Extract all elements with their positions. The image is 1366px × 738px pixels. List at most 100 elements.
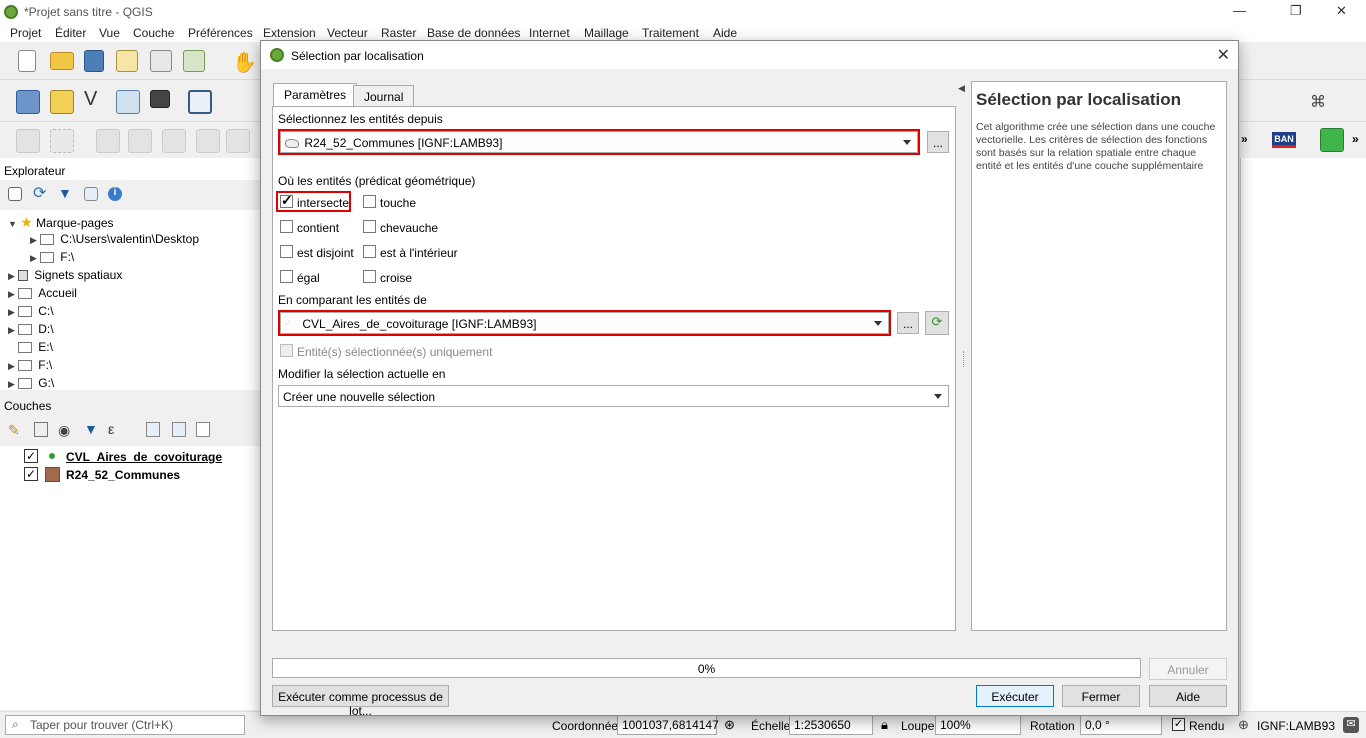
- rotation-field[interactable]: 0,0 °: [1080, 715, 1162, 735]
- predicate-within-checkbox[interactable]: [363, 245, 376, 258]
- lock-icon[interactable]: 🔒︎: [881, 717, 888, 733]
- data-source-manager-icon[interactable]: [16, 90, 40, 114]
- tree-item[interactable]: ▶ Accueil: [8, 286, 77, 300]
- layer-name-cvl[interactable]: CVL_Aires_de_covoiturage: [66, 450, 222, 464]
- tab-journal[interactable]: Journal: [353, 85, 415, 107]
- add-selected-layers-icon[interactable]: [8, 187, 22, 201]
- predicate-disjoint-checkbox[interactable]: [280, 245, 293, 258]
- add-group-icon[interactable]: [34, 422, 48, 437]
- dialog-close-button[interactable]: ✕: [1217, 45, 1230, 65]
- gamepad-icon[interactable]: ⌘: [1310, 92, 1326, 112]
- scale-field[interactable]: 1:2530650: [789, 715, 873, 735]
- collapse-all-layers-icon[interactable]: [172, 422, 186, 437]
- select-from-combo[interactable]: R24_52_Communes [IGNF:LAMB93]: [278, 129, 920, 155]
- ban-plugin-icon[interactable]: BAN: [1272, 132, 1296, 148]
- pan-hand-icon[interactable]: ✋: [232, 50, 257, 75]
- collapse-all-icon[interactable]: [84, 187, 98, 201]
- predicate-intersecte-checkbox[interactable]: [280, 192, 293, 209]
- search-plugin-icon[interactable]: [1320, 128, 1344, 152]
- tree-item[interactable]: ▶ C:\Users\valentin\Desktop: [30, 232, 199, 246]
- messages-icon[interactable]: ✉: [1343, 717, 1359, 733]
- close-button[interactable]: Fermer: [1062, 685, 1140, 707]
- save-project-icon[interactable]: [84, 50, 104, 72]
- predicate-chevauche-checkbox[interactable]: [363, 220, 376, 233]
- predicate-touche-checkbox[interactable]: [363, 195, 376, 208]
- menu-vecteur[interactable]: Vecteur: [327, 26, 368, 40]
- cancel-button[interactable]: Annuler: [1149, 658, 1227, 680]
- print-layout-icon[interactable]: [150, 50, 172, 72]
- close-window-button[interactable]: ✕: [1336, 3, 1347, 19]
- menu-vue[interactable]: Vue: [99, 26, 120, 40]
- menu-aide[interactable]: Aide: [713, 26, 737, 40]
- collapse-help-icon[interactable]: ◀: [958, 83, 965, 94]
- splitter-handle[interactable]: [963, 351, 965, 367]
- new-shapefile-icon[interactable]: [116, 90, 140, 114]
- tree-item[interactable]: ▼ ★ Marque-pages: [8, 214, 114, 231]
- zoom-field[interactable]: 100%: [935, 715, 1021, 735]
- help-button[interactable]: Aide: [1149, 685, 1227, 707]
- new-geopackage-icon[interactable]: [50, 90, 74, 114]
- iterate-icon[interactable]: ⟳: [925, 311, 949, 335]
- info-icon[interactable]: i: [108, 187, 122, 201]
- filter-icon[interactable]: ▼: [58, 185, 72, 201]
- virtual-layer-icon[interactable]: [188, 90, 212, 114]
- menu-traitement[interactable]: Traitement: [642, 26, 699, 40]
- coordinate-field[interactable]: 1001037,6814147: [617, 715, 719, 735]
- toggle-extents-icon[interactable]: ⊛: [724, 717, 735, 733]
- toolbar-overflow-icon[interactable]: »: [1241, 132, 1248, 146]
- open-project-icon[interactable]: [50, 52, 74, 70]
- layer-visibility-checkbox[interactable]: ✓: [24, 467, 38, 481]
- tree-item[interactable]: ▶ F:\: [30, 250, 74, 264]
- new-project-icon[interactable]: [18, 50, 36, 72]
- predicate-croise-checkbox[interactable]: [363, 270, 376, 283]
- compare-combo[interactable]: ·˙ CVL_Aires_de_covoiturage [IGNF:LAMB93…: [278, 310, 891, 336]
- globe-icon[interactable]: ⊕: [1238, 717, 1249, 733]
- gps-icon[interactable]: [150, 90, 170, 108]
- select-from-browse-button[interactable]: ...: [927, 131, 949, 153]
- tree-item[interactable]: ▶ G:\: [8, 376, 54, 390]
- menu-base-de-donnees[interactable]: Base de données: [427, 26, 520, 40]
- remove-layer-icon[interactable]: [196, 422, 210, 437]
- run-button[interactable]: Exécuter: [976, 685, 1054, 707]
- add-point-icon[interactable]: [50, 129, 74, 153]
- restore-button[interactable]: ❐: [1290, 3, 1302, 19]
- tree-item[interactable]: ▶ Signets spatiaux: [8, 268, 122, 282]
- menu-projet[interactable]: Projet: [10, 26, 41, 40]
- modify-selection-combo[interactable]: Créer une nouvelle sélection: [278, 385, 949, 407]
- compare-browse-button[interactable]: ...: [897, 312, 919, 334]
- selected-only-checkbox[interactable]: [280, 344, 293, 357]
- refresh-icon[interactable]: ⟳: [33, 183, 46, 203]
- menu-raster[interactable]: Raster: [381, 26, 416, 40]
- tree-item[interactable]: ▶ F:\: [8, 358, 52, 372]
- add-line-icon[interactable]: [96, 129, 120, 153]
- layer-name-communes[interactable]: R24_52_Communes: [66, 468, 180, 482]
- style-panel-icon[interactable]: ✎: [8, 422, 20, 439]
- save-as-icon[interactable]: [116, 50, 138, 72]
- predicate-contient-checkbox[interactable]: [280, 220, 293, 233]
- crs-label[interactable]: IGNF:LAMB93: [1257, 719, 1335, 733]
- add-polygon-icon[interactable]: [128, 129, 152, 153]
- layer-visibility-checkbox[interactable]: ✓: [24, 449, 38, 463]
- vertex-tool-icon[interactable]: [162, 129, 186, 153]
- menu-internet[interactable]: Internet: [529, 26, 570, 40]
- expression-filter-icon[interactable]: ε: [108, 421, 114, 437]
- menu-extension[interactable]: Extension: [263, 26, 316, 40]
- minimize-button[interactable]: —: [1233, 3, 1246, 18]
- menu-editer[interactable]: Éditer: [55, 26, 86, 40]
- locator-search-input[interactable]: ⌕ Taper pour trouver (Ctrl+K): [5, 715, 245, 735]
- tab-parametres[interactable]: Paramètres: [273, 83, 358, 107]
- tree-item[interactable]: ▶ C:\: [8, 304, 54, 318]
- digitize-icon[interactable]: [16, 129, 40, 153]
- visibility-icon[interactable]: ◉: [58, 422, 70, 439]
- filter-legend-icon[interactable]: ▼: [84, 421, 98, 437]
- menu-preferences[interactable]: Préférences: [188, 26, 253, 40]
- undo-icon[interactable]: [226, 129, 250, 153]
- predicate-egal-checkbox[interactable]: [280, 270, 293, 283]
- expand-all-icon[interactable]: [146, 422, 160, 437]
- map-canvas[interactable]: [1240, 158, 1366, 711]
- tree-item[interactable]: ▶ D:\: [8, 322, 54, 336]
- menu-maillage[interactable]: Maillage: [584, 26, 629, 40]
- tree-item[interactable]: ▶ E:\: [8, 340, 53, 354]
- menu-couche[interactable]: Couche: [133, 26, 174, 40]
- style-manager-icon[interactable]: [183, 50, 205, 72]
